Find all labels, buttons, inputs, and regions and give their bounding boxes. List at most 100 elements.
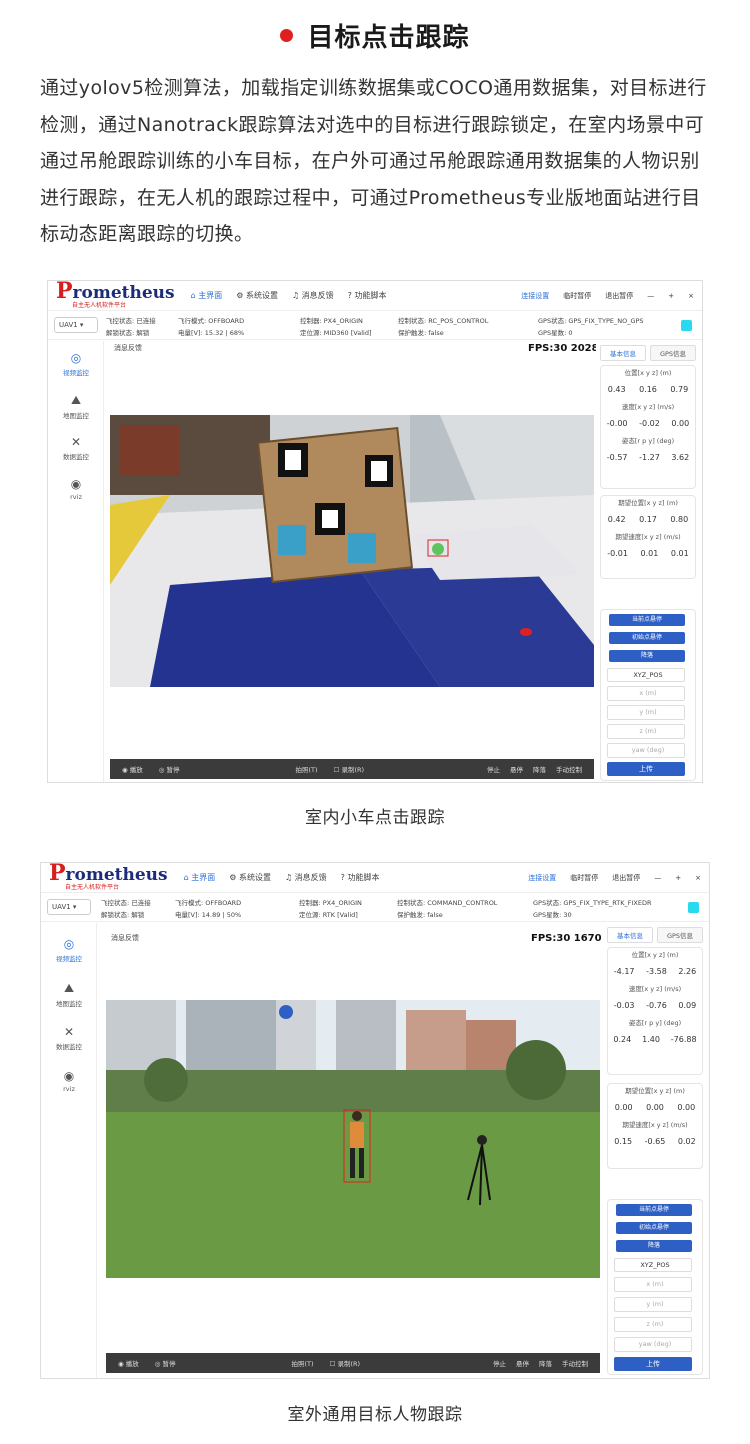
- app-topbar: Prometheus 自主无人机软件平台 ⌂ 主界面 ⚙ 系统设置 ♫ 消息反馈…: [41, 863, 709, 893]
- tab-gps-info[interactable]: GPS信息: [657, 927, 703, 943]
- video-feed[interactable]: [110, 415, 594, 687]
- x-field[interactable]: x (m): [607, 686, 685, 701]
- nav-settings[interactable]: ⚙ 系统设置: [229, 872, 271, 883]
- record-checkbox[interactable]: ☐ 录制(R): [330, 1358, 360, 1368]
- temp-pause-button[interactable]: 临时暂停: [563, 291, 591, 301]
- prometheus-logo: Prometheus 自主无人机软件平台: [49, 862, 168, 891]
- status-locsrc: 定位源: MID360 [Valid]: [300, 329, 372, 337]
- sidebar-item-data[interactable]: ✕ 数据监控: [48, 435, 104, 461]
- hover-current-button[interactable]: 当前点悬停: [616, 1204, 692, 1216]
- rviz-icon: ◉: [70, 477, 82, 491]
- map-icon: ⛰: [63, 981, 75, 995]
- land-button[interactable]: 降落: [539, 1358, 552, 1368]
- land-cmd-button[interactable]: 降落: [616, 1240, 692, 1252]
- land-button[interactable]: 降落: [533, 764, 546, 774]
- sidebar-item-rviz[interactable]: ◉ rviz: [48, 477, 104, 501]
- sidebar-item-map[interactable]: ⛰ 地图监控: [48, 393, 104, 420]
- yaw-field[interactable]: yaw (deg): [607, 743, 685, 758]
- sidebar-item-map[interactable]: ⛰ 地图监控: [41, 981, 97, 1008]
- y-field[interactable]: y (m): [607, 705, 685, 720]
- land-cmd-button[interactable]: 降落: [609, 650, 685, 662]
- fps-readout: FPS:30 1670: [531, 933, 602, 944]
- photo-button[interactable]: 拍照(T): [296, 764, 318, 774]
- nav-main[interactable]: ⌂ 主界面: [184, 872, 216, 883]
- sidebar-item-video[interactable]: ◎ 视频监控: [41, 937, 97, 963]
- nav-feedback[interactable]: ♫ 消息反馈: [285, 872, 327, 883]
- nav-feedback[interactable]: ♫ 消息反馈: [292, 290, 334, 301]
- uav-select[interactable]: UAV1 ▾: [47, 899, 91, 915]
- hover-current-button[interactable]: 当前点悬停: [609, 614, 685, 626]
- maximize-button[interactable]: +: [668, 292, 674, 300]
- exp-pos-label: 期望位置[x y z] (m): [625, 1087, 685, 1095]
- play-button[interactable]: ◉ 播放: [118, 1358, 139, 1368]
- connect-settings-button[interactable]: 连接设置: [528, 873, 556, 883]
- state-panel: 位置[x y z] (m) -4.17 -3.58 2.26 速度[x y z] (…: [607, 947, 703, 1075]
- stop-button[interactable]: 停止: [493, 1358, 506, 1368]
- pause-button[interactable]: ◎ 暂停: [159, 764, 180, 774]
- z-field[interactable]: z (m): [614, 1317, 692, 1332]
- status-gps: GPS状态: GPS_FIX_TYPE_RTK_FIXEDR: [533, 899, 652, 907]
- status-gps-count: GPS星数: 0: [538, 329, 573, 337]
- manual-control-button[interactable]: 手动控制: [562, 1358, 588, 1368]
- tab-basic-info[interactable]: 基本信息: [600, 345, 646, 361]
- nav-main[interactable]: ⌂ 主界面: [191, 290, 223, 301]
- upload-button[interactable]: 上传: [607, 762, 685, 776]
- status-arm: 解锁状态: 解锁: [101, 911, 145, 919]
- sidebar-item-data[interactable]: ✕ 数据监控: [41, 1025, 97, 1051]
- status-ctrl-state: 控制状态: RC_POS_CONTROL: [398, 317, 489, 325]
- yaw-field[interactable]: yaw (deg): [614, 1337, 692, 1352]
- sidebar-item-video[interactable]: ◎ 视频监控: [48, 351, 104, 377]
- temp-pause-button[interactable]: 临时暂停: [570, 873, 598, 883]
- z-field[interactable]: z (m): [607, 724, 685, 739]
- att-values: 0.24 1.40 -76.88: [613, 1035, 697, 1044]
- status-gps-count: GPS星数: 30: [533, 911, 572, 919]
- minimize-button[interactable]: —: [654, 874, 661, 882]
- tab-gps-info[interactable]: GPS信息: [650, 345, 696, 361]
- nav-scripts[interactable]: ? 功能脚本: [348, 290, 387, 301]
- status-battery: 电量[V]: 14.89 | 50%: [175, 911, 242, 919]
- record-checkbox[interactable]: ☐ 录制(R): [334, 764, 364, 774]
- exit-pause-button[interactable]: 退出暂停: [612, 873, 640, 883]
- exit-pause-button[interactable]: 退出暂停: [605, 291, 633, 301]
- outdoor-screenshot: Prometheus 自主无人机软件平台 ⌂ 主界面 ⚙ 系统设置 ♫ 消息反馈…: [40, 862, 710, 1379]
- tab-basic-info[interactable]: 基本信息: [607, 927, 653, 943]
- photo-button[interactable]: 拍照(T): [292, 1358, 314, 1368]
- pos-label: 位置[x y z] (m): [624, 369, 672, 377]
- hover-initial-button[interactable]: 初始点悬停: [609, 632, 685, 644]
- sidebar: ◎ 视频监控 ⛰ 地图监控 ✕ 数据监控 ◉ rviz: [41, 923, 97, 1378]
- close-button[interactable]: ×: [688, 292, 694, 300]
- sidebar-item-rviz[interactable]: ◉ rviz: [41, 1069, 97, 1093]
- mode-select[interactable]: XYZ_POS: [607, 668, 685, 682]
- hover-initial-button[interactable]: 初始点悬停: [616, 1222, 692, 1234]
- status-mode: 飞行模式: OFFBOARD: [178, 317, 245, 325]
- manual-control-button[interactable]: 手动控制: [556, 764, 582, 774]
- right-panel: 基本信息 GPS信息 位置[x y z] (m) -4.17 -3.58 2.26 …: [603, 923, 707, 1378]
- red-dot-icon: [280, 28, 294, 42]
- play-button[interactable]: ◉ 播放: [122, 764, 143, 774]
- app-topbar: Prometheus 自主无人机软件平台 ⌂ 主界面 ⚙ 系统设置 ♫ 消息反馈…: [48, 281, 702, 311]
- video-feed[interactable]: [106, 1000, 600, 1278]
- pause-button[interactable]: ◎ 暂停: [155, 1358, 176, 1368]
- right-panel: 基本信息 GPS信息 位置[x y z] (m) 0.43 0.16 0.79 速度…: [596, 341, 700, 782]
- maximize-button[interactable]: +: [675, 874, 681, 882]
- nav-settings[interactable]: ⚙ 系统设置: [236, 290, 278, 301]
- mode-select[interactable]: XYZ_POS: [614, 1258, 692, 1272]
- connect-settings-button[interactable]: 连接设置: [521, 291, 549, 301]
- exp-pos-values: 0.00 0.00 0.00: [614, 1103, 696, 1112]
- minimize-button[interactable]: —: [647, 292, 654, 300]
- x-field[interactable]: x (m): [614, 1277, 692, 1292]
- nav-scripts[interactable]: ? 功能脚本: [341, 872, 380, 883]
- caption-outdoor: 室外通用目标人物跟踪: [287, 1405, 463, 1425]
- outdoor-scene: [106, 1000, 600, 1278]
- close-button[interactable]: ×: [695, 874, 701, 882]
- stop-button[interactable]: 停止: [487, 764, 500, 774]
- expected-panel: 期望位置[x y z] (m) 0.00 0.00 0.00 期望速度[x y z]…: [607, 1083, 703, 1169]
- exp-vel-label: 期望速度[x y z] (m/s): [615, 533, 681, 541]
- hover-button[interactable]: 悬停: [510, 764, 523, 774]
- status-bar: UAV1 ▾ 飞控状态: 已连接 飞行模式: OFFBOARD 控制器: PX4…: [41, 894, 709, 922]
- y-field[interactable]: y (m): [614, 1297, 692, 1312]
- uav-select[interactable]: UAV1 ▾: [54, 317, 98, 333]
- command-panel: 当前点悬停 初始点悬停 降落 XYZ_POS x (m) y (m) z (m)…: [600, 609, 696, 781]
- hover-button[interactable]: 悬停: [516, 1358, 529, 1368]
- upload-button[interactable]: 上传: [614, 1357, 692, 1371]
